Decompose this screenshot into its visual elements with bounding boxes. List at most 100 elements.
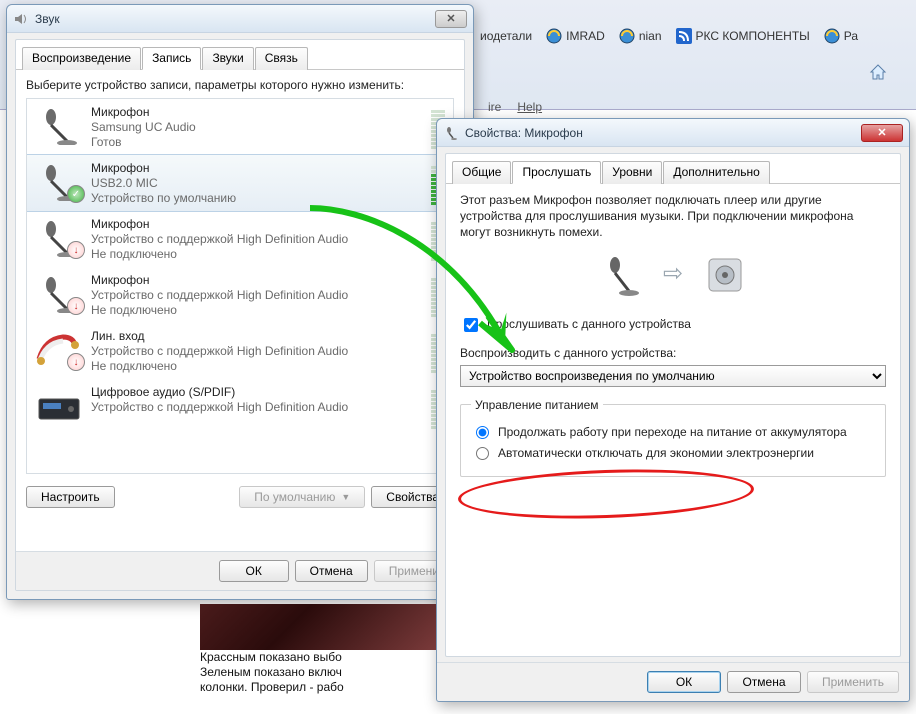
device-name: Микрофон: [91, 105, 445, 119]
listen-illustration: ⇨: [460, 253, 886, 297]
sound-dialog-buttons: ОК Отмена Примени: [16, 551, 464, 590]
close-icon: ✕: [446, 12, 455, 25]
pm-continue-label: Продолжать работу при переходе на питани…: [498, 424, 847, 440]
device-list[interactable]: МикрофонSamsung UC AudioГотов✓МикрофонUS…: [26, 98, 454, 474]
device-icon: [35, 105, 83, 145]
device-text: МикрофонUSB2.0 MICУстройство по умолчани…: [91, 161, 445, 205]
bookmarks-bar: иодетали IMRAD nian РКС КОМПОНЕНТЫ Ра: [480, 28, 916, 44]
prop-inner: Общие Прослушать Уровни Дополнительно Эт…: [445, 153, 901, 657]
annotation-text: Крассным показано выбо Зеленым показано …: [200, 650, 344, 695]
close-button[interactable]: ✕: [435, 10, 467, 28]
device-icon: ↓: [35, 273, 83, 313]
device-status: Готов: [91, 135, 445, 149]
device-text: Лин. входУстройство с поддержкой High De…: [91, 329, 445, 373]
sound-dialog: Звук ✕ Воспроизведение Запись Звуки Связ…: [6, 4, 474, 600]
bookmark-item[interactable]: Ра: [824, 28, 858, 44]
listen-checkbox-label: Прослушивать с данного устройства: [487, 316, 691, 332]
bookmark-item[interactable]: nian: [619, 28, 662, 44]
device-subtitle: Устройство с поддержкой High Definition …: [91, 344, 445, 358]
device-text: МикрофонУстройство с поддержкой High Def…: [91, 217, 445, 261]
apply-button[interactable]: Применить: [807, 671, 899, 693]
device-row[interactable]: ↓Лин. входУстройство с поддержкой High D…: [27, 323, 453, 379]
cancel-button[interactable]: Отмена: [295, 560, 368, 582]
microphone-icon: [599, 253, 643, 297]
device-icon: ✓: [35, 161, 83, 201]
device-row[interactable]: ↓МикрофонУстройство с поддержкой High De…: [27, 211, 453, 267]
prop-dialog-buttons: ОК Отмена Применить: [437, 662, 909, 701]
sound-inner: Воспроизведение Запись Звуки Связь Выбер…: [15, 39, 465, 591]
device-status: Не подключено: [91, 247, 445, 261]
listen-checkbox-row: Прослушивать с данного устройства: [460, 315, 886, 335]
device-icon: ↓: [35, 217, 83, 257]
bookmark-item[interactable]: иодетали: [480, 29, 532, 43]
tab-playback[interactable]: Воспроизведение: [22, 47, 141, 70]
sound-title: Звук: [35, 12, 435, 26]
device-row[interactable]: ↓МикрофонУстройство с поддержкой High De…: [27, 267, 453, 323]
device-row[interactable]: Цифровое аудио (S/PDIF)Устройство с подд…: [27, 379, 453, 435]
prop-tabs: Общие Прослушать Уровни Дополнительно: [446, 154, 900, 184]
device-subtitle: Устройство с поддержкой High Definition …: [91, 288, 445, 302]
device-name: Лин. вход: [91, 329, 445, 343]
device-subtitle: USB2.0 MIC: [91, 176, 445, 190]
tab-general[interactable]: Общие: [452, 161, 511, 184]
device-name: Микрофон: [91, 161, 445, 175]
sound-tabs: Воспроизведение Запись Звуки Связь: [16, 40, 464, 70]
device-row[interactable]: МикрофонSamsung UC AudioГотов: [27, 99, 453, 155]
background-menu: ireHelp: [488, 96, 558, 116]
configure-button[interactable]: Настроить: [26, 486, 115, 508]
device-name: Микрофон: [91, 217, 445, 231]
device-subtitle: Samsung UC Audio: [91, 120, 445, 134]
speaker-icon: [13, 11, 29, 27]
device-name: Микрофон: [91, 273, 445, 287]
device-text: Цифровое аудио (S/PDIF)Устройство с подд…: [91, 385, 445, 414]
tab-listen[interactable]: Прослушать: [512, 161, 601, 184]
listen-checkbox[interactable]: [464, 318, 478, 332]
background-image-fragment: [200, 604, 436, 650]
device-row[interactable]: ✓МикрофонUSB2.0 MICУстройство по умолчан…: [26, 154, 454, 212]
device-status: Не подключено: [91, 303, 445, 317]
listen-description: Этот разъем Микрофон позволяет подключат…: [460, 192, 886, 241]
home-icon[interactable]: [868, 62, 888, 82]
pm-auto-off-radio[interactable]: [476, 447, 489, 460]
microphone-icon: [443, 125, 459, 141]
device-status: Не подключено: [91, 359, 445, 373]
tab-recording[interactable]: Запись: [142, 47, 201, 70]
prop-titlebar[interactable]: Свойства: Микрофон ✕: [437, 119, 909, 147]
ok-button[interactable]: ОК: [647, 671, 721, 693]
listen-tab-body: Этот разъем Микрофон позволяет подключат…: [446, 184, 900, 495]
device-name: Цифровое аудио (S/PDIF): [91, 385, 445, 399]
bookmark-item[interactable]: РКС КОМПОНЕНТЫ: [676, 28, 810, 44]
tab-advanced[interactable]: Дополнительно: [663, 161, 769, 184]
mic-properties-dialog: Свойства: Микрофон ✕ Общие Прослушать Ур…: [436, 118, 910, 702]
tab-levels[interactable]: Уровни: [602, 161, 662, 184]
set-default-button[interactable]: По умолчанию▼: [239, 486, 365, 508]
device-subtitle: Устройство с поддержкой High Definition …: [91, 232, 445, 246]
ok-button[interactable]: ОК: [219, 560, 289, 582]
pm-continue-radio[interactable]: [476, 426, 489, 439]
chevron-down-icon: ▼: [341, 492, 350, 502]
close-button[interactable]: ✕: [861, 124, 903, 142]
speaker-icon: [703, 253, 747, 297]
device-status: Устройство по умолчанию: [91, 191, 445, 205]
device-icon: ↓: [35, 329, 83, 369]
device-subtitle: Устройство с поддержкой High Definition …: [91, 400, 445, 414]
close-icon: ✕: [877, 126, 886, 139]
pm-auto-off-label: Автоматически отключать для экономии эле…: [498, 445, 814, 461]
tab-communications[interactable]: Связь: [255, 47, 308, 70]
arrow-right-icon: ⇨: [663, 258, 683, 290]
ie-icon: [619, 28, 635, 44]
recording-prompt: Выберите устройство записи, параметры ко…: [16, 70, 464, 96]
cancel-button[interactable]: Отмена: [727, 671, 801, 693]
power-management-group: Управление питанием Продолжать работу пр…: [460, 397, 886, 478]
device-actions: Настроить По умолчанию▼ Свойства: [16, 476, 464, 512]
playback-device-select[interactable]: Устройство воспроизведения по умолчанию: [460, 365, 886, 387]
device-text: МикрофонУстройство с поддержкой High Def…: [91, 273, 445, 317]
prop-title: Свойства: Микрофон: [465, 126, 861, 140]
bookmark-item[interactable]: IMRAD: [546, 28, 605, 44]
ie-icon: [824, 28, 840, 44]
ie-icon: [546, 28, 562, 44]
tab-sounds[interactable]: Звуки: [202, 47, 253, 70]
rss-icon: [676, 28, 692, 44]
power-management-legend: Управление питанием: [471, 397, 603, 413]
sound-titlebar[interactable]: Звук ✕: [7, 5, 473, 33]
